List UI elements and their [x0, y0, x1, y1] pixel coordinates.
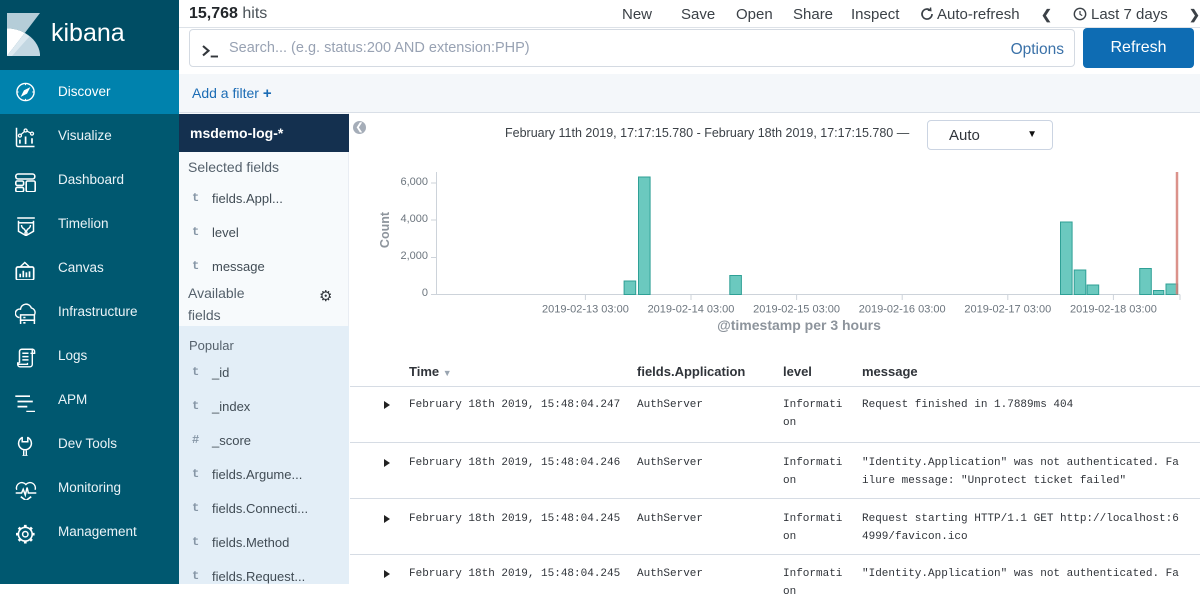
- svg-text:0: 0: [422, 287, 428, 299]
- svg-text:2019-02-13 03:00: 2019-02-13 03:00: [542, 304, 629, 316]
- svg-text:2019-02-15 03:00: 2019-02-15 03:00: [753, 304, 840, 316]
- svg-text:2019-02-16 03:00: 2019-02-16 03:00: [859, 304, 946, 316]
- svg-text:6,000: 6,000: [400, 176, 428, 188]
- svg-text:Count: Count: [378, 211, 392, 248]
- svg-text:@timestamp per 3 hours: @timestamp per 3 hours: [717, 317, 881, 333]
- svg-text:2019-02-14 03:00: 2019-02-14 03:00: [648, 304, 735, 316]
- svg-text:2019-02-17 03:00: 2019-02-17 03:00: [964, 304, 1051, 316]
- svg-text:2019-02-18 03:00: 2019-02-18 03:00: [1070, 304, 1157, 316]
- svg-text:2,000: 2,000: [400, 250, 428, 262]
- svg-text:4,000: 4,000: [400, 213, 428, 225]
